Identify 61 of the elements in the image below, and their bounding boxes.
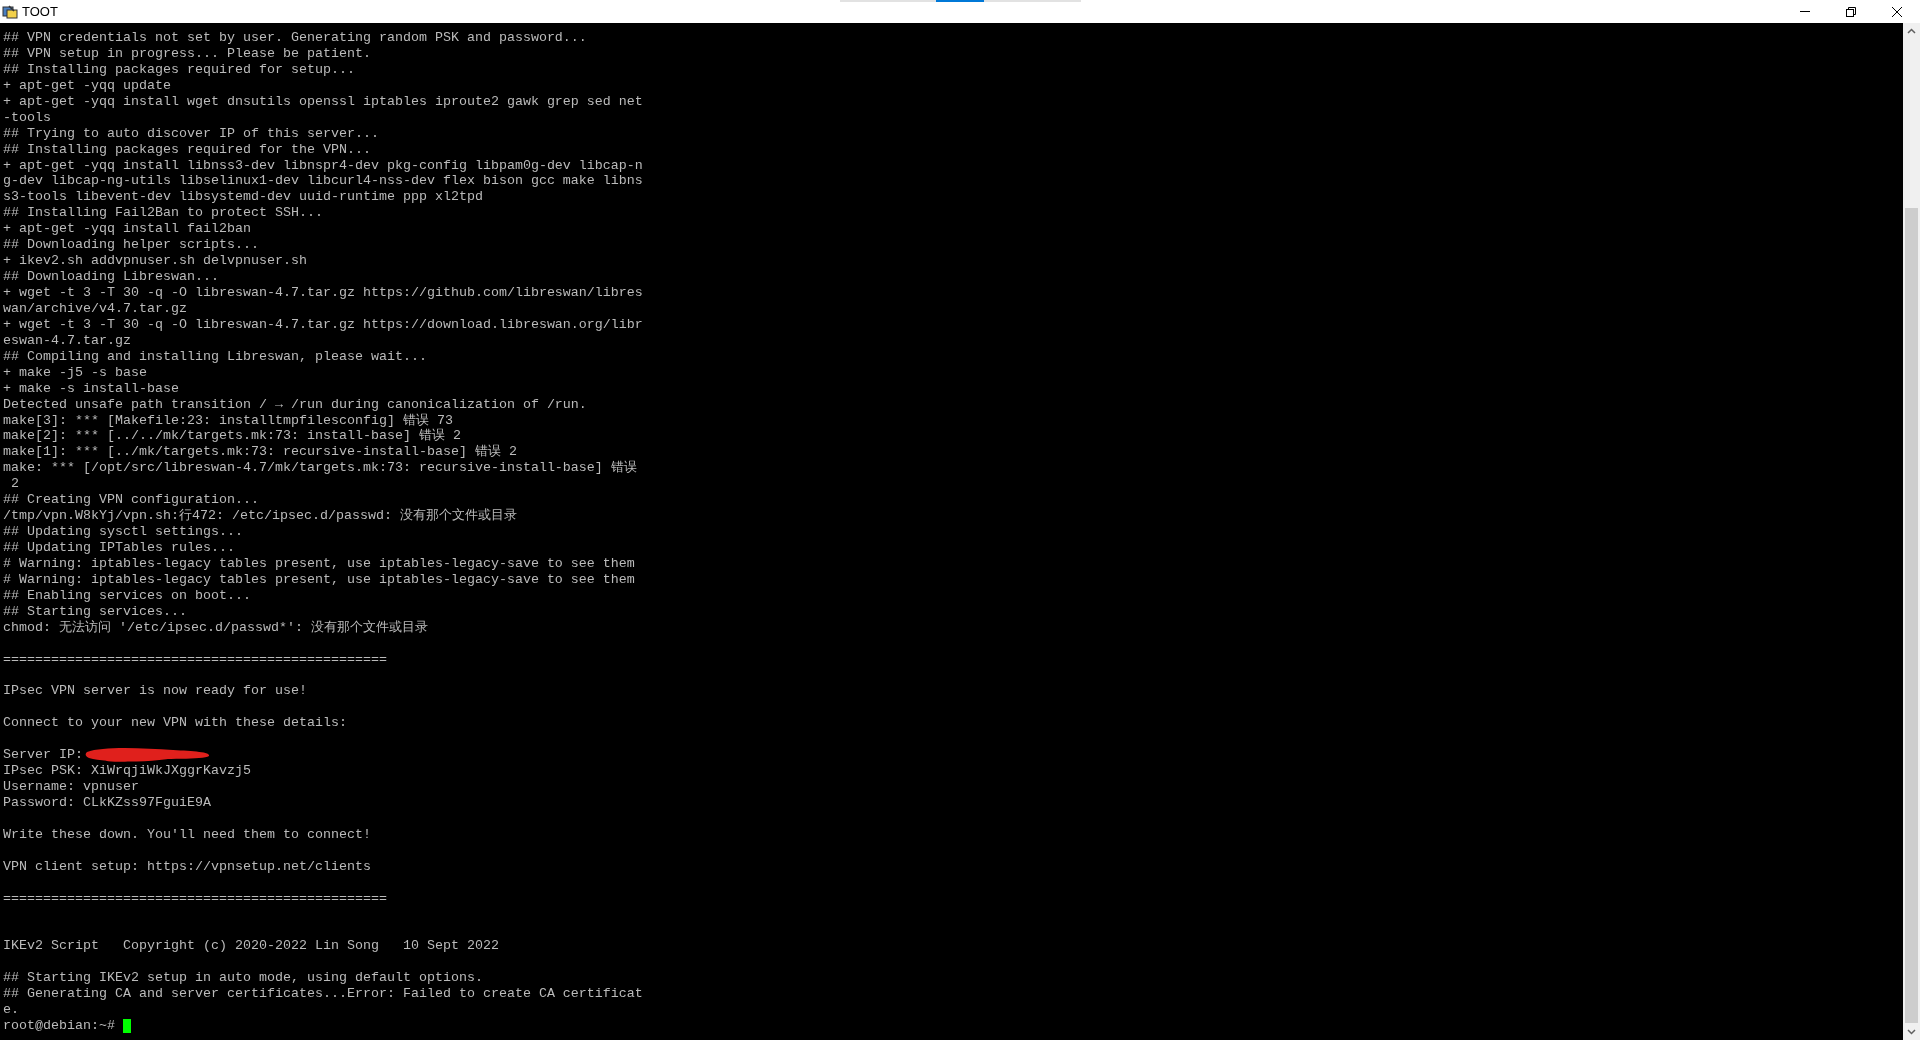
terminal-line: + make -j5 -s base: [3, 364, 147, 380]
terminal-line: ## Updating IPTables rules...: [3, 540, 235, 555]
terminal-line: + ikev2.sh addvpnuser.sh delvpnuser.sh: [3, 253, 307, 269]
minimize-icon: [1800, 11, 1810, 12]
terminal-line: ## Creating VPN configuration...: [3, 492, 259, 508]
terminal-line: make[3]: *** [Makefile:23: installtmpfilesconfig] 错误 73: [3, 412, 453, 428]
terminal-line: # Warning: iptables-legacy tables present, use iptables-legacy-save to see them: [3, 571, 635, 587]
terminal-line: /tmp/vpn.W8kYj/vpn.sh:行472: /etc/ipsec.d/passwd: 没有那个文件或目录: [3, 508, 517, 524]
terminal-line: + apt-get -yqq install wget dnsutils openssl iptables iproute2 gawk grep sed net: [3, 93, 643, 109]
terminal-line: -tools: [3, 109, 51, 125]
terminal-line: wan/archive/v4.7.tar.gz: [3, 300, 187, 316]
terminal-line: + wget -t 3 -T 30 -q -O libreswan-4.7.tar.gz https://github.com/libreswan/libres: [3, 285, 643, 300]
terminal-line: eswan-4.7.tar.gz: [3, 332, 131, 348]
shell-prompt: root@debian:~#: [3, 1018, 115, 1035]
terminal-line: # Warning: iptables-legacy tables present, use iptables-legacy-save to see them: [3, 555, 635, 571]
terminal-line: Write these down. You'll need them to connect!: [3, 826, 371, 842]
terminal-line: ## VPN credentials not set by user. Generating random PSK and password...: [3, 30, 587, 45]
terminal-line: Password: CLkKZss97FguiE9A: [3, 795, 211, 810]
terminal-line: ## Installing packages required for the VPN...: [3, 141, 371, 157]
terminal-line: ## Installing packages required for setup...: [3, 61, 355, 77]
terminal-line: ================================================: [3, 890, 387, 906]
terminal-line: ## Downloading Libreswan...: [3, 269, 219, 285]
terminal-line: Detected unsafe path transition / → /run during canonicalization of /run.: [3, 396, 587, 412]
terminal-line: + apt-get -yqq install libnss3-dev libnspr4-dev pkg-config libpam0g-dev libcap-n: [3, 157, 643, 173]
terminal-app-icon: [2, 3, 18, 20]
terminal-line: s3-tools libevent-dev libsystemd-dev uuid-runtime ppp xl2tpd: [3, 189, 483, 205]
terminal-line: IPsec VPN server is now ready for use!: [3, 683, 307, 699]
terminal-line: make[1]: *** [../mk/targets.mk:73: recursive-install-base] 错误 2: [3, 444, 517, 460]
terminal-line: ## Starting IKEv2 setup in auto mode, using default options.: [3, 970, 483, 986]
terminal-line: Username: vpnuser: [3, 779, 139, 795]
terminal-line: ## Enabling services on boot...: [3, 587, 251, 603]
terminal-line: ## Updating sysctl settings...: [3, 524, 243, 540]
terminal-line: + wget -t 3 -T 30 -q -O libreswan-4.7.tar.gz https://download.libreswan.org/libr: [3, 316, 643, 332]
terminal-line: + make -s install-base: [3, 380, 179, 396]
terminal-line: VPN client setup: https://vpnsetup.net/clients: [3, 858, 371, 874]
cursor: [123, 1019, 131, 1034]
terminal-line: Connect to your new VPN with these details:: [3, 715, 347, 731]
terminal-line: ## Compiling and installing Libreswan, please wait...: [3, 348, 427, 364]
terminal-line: ## Trying to auto discover IP of this server...: [3, 125, 379, 141]
scrollbar-thumb[interactable]: [1905, 208, 1918, 1023]
terminal-line: make: *** [/opt/src/libreswan-4.7/mk/targets.mk:73: recursive-install-base] 错误: [3, 460, 637, 476]
terminal-line: ## Starting services...: [3, 603, 187, 619]
terminal-line: + apt-get -yqq update: [3, 77, 171, 93]
vertical-scrollbar[interactable]: [1903, 23, 1920, 1040]
terminal-line: ## Downloading helper scripts...: [3, 237, 259, 253]
terminal-line: chmod: 无法访问 '/etc/ipsec.d/passwd*': 没有那个文件或目录: [3, 619, 428, 635]
terminal-line: make[2]: *** [../../mk/targets.mk:73: install-base] 错误 2: [3, 428, 461, 444]
terminal-line: g-dev libcap-ng-utils libselinux1-dev libcurl4-nss-dev flex bison gcc make libns: [3, 173, 643, 189]
window-title: TOOT: [22, 2, 58, 21]
terminal-line: IKEv2 Script Copyright (c) 2020-2022 Lin Song 10 Sept 2022: [3, 938, 499, 954]
terminal-line: ## VPN setup in progress... Please be patient.: [3, 45, 371, 61]
terminal-line: Server IP:: [3, 747, 83, 764]
terminal-line: + apt-get -yqq install fail2ban: [3, 221, 251, 237]
terminal-line: ================================================: [3, 651, 387, 667]
terminal-line: IPsec PSK: XiWrqjiWkJXggrKavzj5: [3, 763, 251, 779]
terminal-line: ## Installing Fail2Ban to protect SSH...: [3, 205, 323, 221]
terminal-line: ## Generating CA and server certificates...Error: Failed to create CA certificat: [3, 986, 643, 1002]
restore-icon: [1846, 6, 1856, 17]
terminal-line: e.: [3, 1002, 19, 1018]
close-icon: [1892, 6, 1902, 17]
terminal-line: 2: [10, 476, 19, 492]
